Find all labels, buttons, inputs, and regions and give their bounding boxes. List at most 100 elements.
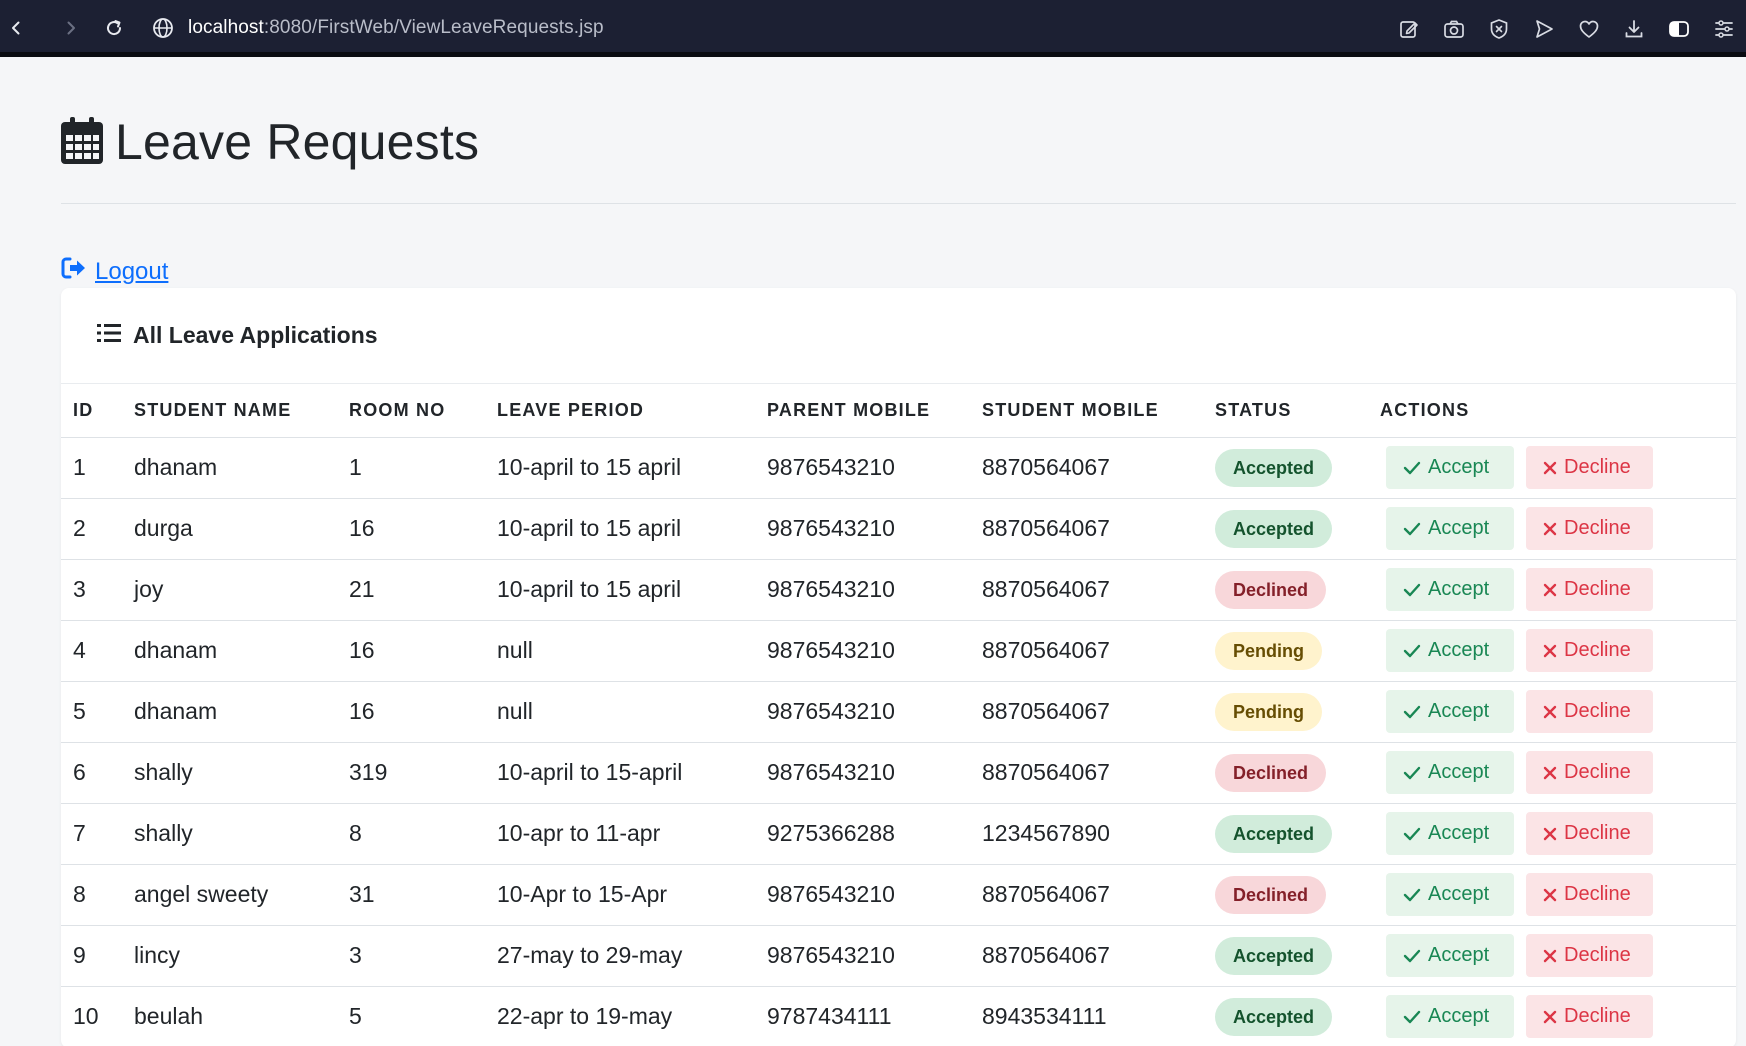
- check-icon: [1403, 705, 1421, 719]
- status-badge: Accepted: [1215, 448, 1333, 487]
- cell-actions: Accept Decline: [1380, 803, 1736, 865]
- cell-student-name: dhanam: [134, 437, 349, 499]
- close-icon: [1543, 766, 1557, 780]
- accept-button[interactable]: Accept: [1386, 507, 1514, 550]
- download-icon[interactable]: [1611, 9, 1656, 49]
- cell-student-name: dhanam: [134, 681, 349, 743]
- column-header-actions: ACTIONS: [1380, 384, 1736, 438]
- cell-parent-mobile: 9876543210: [767, 925, 982, 987]
- cell-id: 2: [61, 498, 134, 560]
- table-row: 7 shally 8 10-apr to 11-apr 9275366288 123456…: [61, 803, 1736, 865]
- cell-parent-mobile: 9876543210: [767, 742, 982, 804]
- cell-student-mobile: 1234567890: [982, 803, 1215, 865]
- accept-button[interactable]: Accept: [1386, 812, 1514, 855]
- decline-button[interactable]: Decline: [1526, 995, 1653, 1038]
- divider: [61, 203, 1736, 204]
- table-row: 8 angel sweety 31 10-Apr to 15-Apr 987654321…: [61, 864, 1736, 926]
- cell-student-mobile: 8870564067: [982, 559, 1215, 621]
- cell-leave-period: 10-april to 15 april: [497, 559, 767, 621]
- decline-label: Decline: [1564, 456, 1631, 478]
- decline-button[interactable]: Decline: [1526, 568, 1653, 611]
- leave-applications-card: All Leave Applications ID STUDENT NAME ROO…: [61, 288, 1736, 1046]
- check-icon: [1403, 522, 1421, 536]
- cell-student-name: dhanam: [134, 620, 349, 682]
- cell-actions: Accept Decline: [1380, 986, 1736, 1046]
- accept-button[interactable]: Accept: [1386, 934, 1514, 977]
- accept-button[interactable]: Accept: [1386, 873, 1514, 916]
- table-body: 1 dhanam 1 10-april to 15 april 9876543210 88…: [61, 437, 1736, 1046]
- accept-label: Accept: [1428, 517, 1490, 539]
- cell-room-no: 31: [349, 864, 497, 926]
- table-header-row: ID STUDENT NAME ROOM NO LEAVE PERIOD PARENT …: [61, 384, 1736, 438]
- decline-button[interactable]: Decline: [1526, 446, 1653, 489]
- close-icon: [1543, 888, 1557, 902]
- reload-icon[interactable]: [100, 14, 128, 42]
- decline-label: Decline: [1564, 822, 1631, 844]
- shield-icon[interactable]: [1476, 9, 1521, 49]
- cell-student-name: shally: [134, 803, 349, 865]
- status-badge: Pending: [1215, 692, 1322, 731]
- cell-student-mobile: 8943534111: [982, 986, 1215, 1046]
- sidebar-toggle-icon[interactable]: [1656, 9, 1701, 49]
- cell-id: 7: [61, 803, 134, 865]
- table-row: 2 durga 16 10-april to 15 april 9876543210 88…: [61, 498, 1736, 560]
- table-row: 1 dhanam 1 10-april to 15 april 9876543210 88…: [61, 437, 1736, 499]
- camera-icon[interactable]: [1431, 9, 1476, 49]
- column-header-leave-period: LEAVE PERIOD: [497, 384, 767, 438]
- menu-icon[interactable]: [1701, 9, 1746, 49]
- cell-actions: Accept Decline: [1380, 925, 1736, 987]
- decline-button[interactable]: Decline: [1526, 690, 1653, 733]
- accept-label: Accept: [1428, 456, 1490, 478]
- cell-parent-mobile: 9876543210: [767, 437, 982, 499]
- cell-id: 6: [61, 742, 134, 804]
- check-icon: [1403, 827, 1421, 841]
- send-icon[interactable]: [1521, 9, 1566, 49]
- cell-student-name: beulah: [134, 986, 349, 1046]
- decline-button[interactable]: Decline: [1526, 507, 1653, 550]
- decline-button[interactable]: Decline: [1526, 873, 1653, 916]
- close-icon: [1543, 1010, 1557, 1024]
- close-icon: [1543, 949, 1557, 963]
- cell-student-name: shally: [134, 742, 349, 804]
- card-header: All Leave Applications: [61, 288, 1736, 384]
- forward-icon[interactable]: [57, 14, 85, 42]
- accept-button[interactable]: Accept: [1386, 568, 1514, 611]
- accept-button[interactable]: Accept: [1386, 751, 1514, 794]
- cell-actions: Accept Decline: [1380, 559, 1736, 621]
- decline-button[interactable]: Decline: [1526, 812, 1653, 855]
- cell-id: 5: [61, 681, 134, 743]
- cell-actions: Accept Decline: [1380, 864, 1736, 926]
- accept-label: Accept: [1428, 944, 1490, 966]
- cell-leave-period: 10-april to 15 april: [497, 437, 767, 499]
- cell-parent-mobile: 9876543210: [767, 681, 982, 743]
- accept-button[interactable]: Accept: [1386, 690, 1514, 733]
- cell-actions: Accept Decline: [1380, 742, 1736, 804]
- accept-button[interactable]: Accept: [1386, 629, 1514, 672]
- check-icon: [1403, 461, 1421, 475]
- check-icon: [1403, 644, 1421, 658]
- browser-toolbar: localhost:8080/FirstWeb/ViewLeaveRequest…: [0, 0, 1746, 57]
- heart-icon[interactable]: [1566, 9, 1611, 49]
- decline-button[interactable]: Decline: [1526, 629, 1653, 672]
- cell-parent-mobile: 9876543210: [767, 864, 982, 926]
- cell-leave-period: 10-Apr to 15-Apr: [497, 864, 767, 926]
- edit-icon[interactable]: [1386, 9, 1431, 49]
- decline-label: Decline: [1564, 517, 1631, 539]
- cell-room-no: 1: [349, 437, 497, 499]
- cell-id: 9: [61, 925, 134, 987]
- accept-button[interactable]: Accept: [1386, 995, 1514, 1038]
- cell-student-mobile: 8870564067: [982, 437, 1215, 499]
- cell-status: Accepted: [1215, 437, 1380, 499]
- logout-link[interactable]: Logout: [61, 257, 168, 286]
- accept-button[interactable]: Accept: [1386, 446, 1514, 489]
- back-icon[interactable]: [2, 14, 30, 42]
- address-bar[interactable]: localhost:8080/FirstWeb/ViewLeaveRequest…: [152, 12, 604, 44]
- decline-button[interactable]: Decline: [1526, 934, 1653, 977]
- close-icon: [1543, 827, 1557, 841]
- close-icon: [1543, 705, 1557, 719]
- accept-label: Accept: [1428, 639, 1490, 661]
- decline-label: Decline: [1564, 944, 1631, 966]
- decline-button[interactable]: Decline: [1526, 751, 1653, 794]
- check-icon: [1403, 949, 1421, 963]
- status-badge: Accepted: [1215, 509, 1333, 548]
